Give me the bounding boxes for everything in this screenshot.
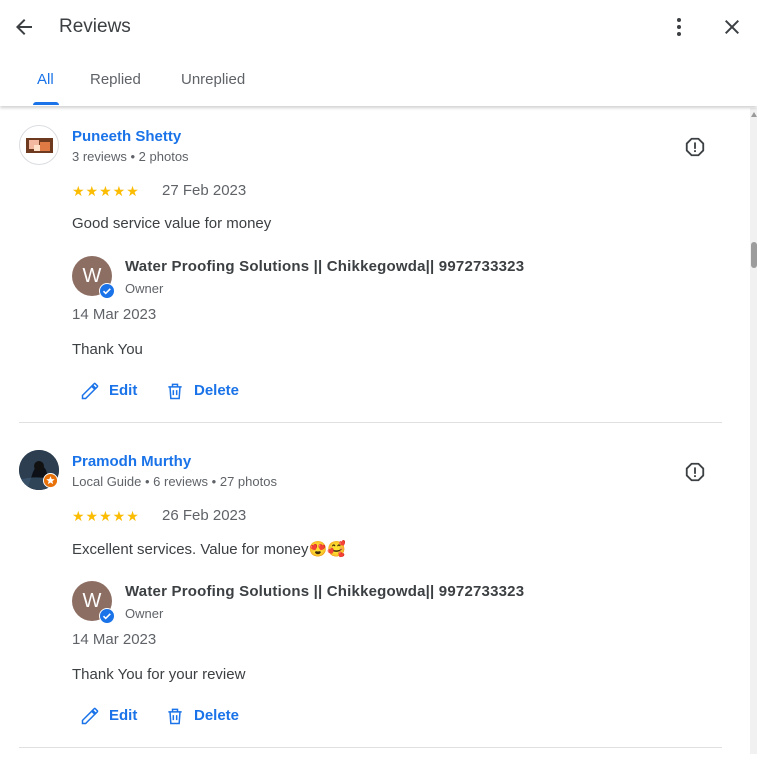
owner-role: Owner <box>125 606 164 621</box>
tab-replied[interactable]: Replied <box>90 71 141 89</box>
verified-badge-icon <box>99 283 115 299</box>
close-icon[interactable] <box>720 15 744 39</box>
review-text: Excellent services. Value for money😍🥰 <box>72 541 346 558</box>
report-icon[interactable] <box>684 136 706 158</box>
tab-all[interactable]: All <box>37 71 54 89</box>
delete-label: Delete <box>194 382 240 399</box>
reply-date: 14 Mar 2023 <box>72 631 157 648</box>
active-tab-indicator <box>33 102 59 105</box>
reviewer-name[interactable]: Puneeth Shetty <box>72 128 181 145</box>
divider <box>19 747 722 748</box>
reviews-header: Reviews All Replied Unreplied <box>0 0 757 106</box>
star-rating: ★★★★★ <box>72 183 140 199</box>
reply-text: Thank You <box>72 341 143 358</box>
reviewer-meta: 3 reviews • 2 photos <box>72 149 189 164</box>
reviewer-meta: Local Guide • 6 reviews • 27 photos <box>72 474 277 489</box>
owner-name: Water Proofing Solutions || Chikkegowda|… <box>125 258 525 275</box>
local-guide-badge-icon <box>43 473 58 488</box>
pencil-icon <box>81 707 99 725</box>
scrollbar-track[interactable] <box>750 108 757 754</box>
trash-icon <box>168 383 182 400</box>
more-options-icon[interactable] <box>667 15 691 39</box>
tab-unreplied[interactable]: Unreplied <box>181 71 245 89</box>
trash-icon <box>168 708 182 725</box>
verified-badge-icon <box>99 608 115 624</box>
pencil-icon <box>81 382 99 400</box>
star-rating: ★★★★★ <box>72 508 140 524</box>
edit-label: Edit <box>109 382 138 399</box>
back-arrow-icon[interactable] <box>12 15 36 39</box>
divider <box>19 422 722 423</box>
owner-name: Water Proofing Solutions || Chikkegowda|… <box>125 583 525 600</box>
reply-date: 14 Mar 2023 <box>72 306 157 323</box>
avatar[interactable] <box>19 125 59 165</box>
review-text: Good service value for money <box>72 215 272 232</box>
review-card: Pramodh Murthy Local Guide • 6 reviews •… <box>0 450 740 775</box>
reviewer-name[interactable]: Pramodh Murthy <box>72 453 191 470</box>
review-date: 26 Feb 2023 <box>162 507 247 524</box>
reviewer-photo-icon <box>26 138 53 153</box>
edit-label: Edit <box>109 707 138 724</box>
scroll-up-arrow-icon[interactable] <box>751 112 757 117</box>
delete-label: Delete <box>194 707 240 724</box>
review-date: 27 Feb 2023 <box>162 182 247 199</box>
owner-role: Owner <box>125 281 164 296</box>
report-icon[interactable] <box>684 461 706 483</box>
page-title: Reviews <box>59 16 131 37</box>
reply-text: Thank You for your review <box>72 666 246 683</box>
scrollbar-thumb[interactable] <box>751 242 757 268</box>
review-card: Puneeth Shetty 3 reviews • 2 photos ★★★★… <box>0 125 740 450</box>
